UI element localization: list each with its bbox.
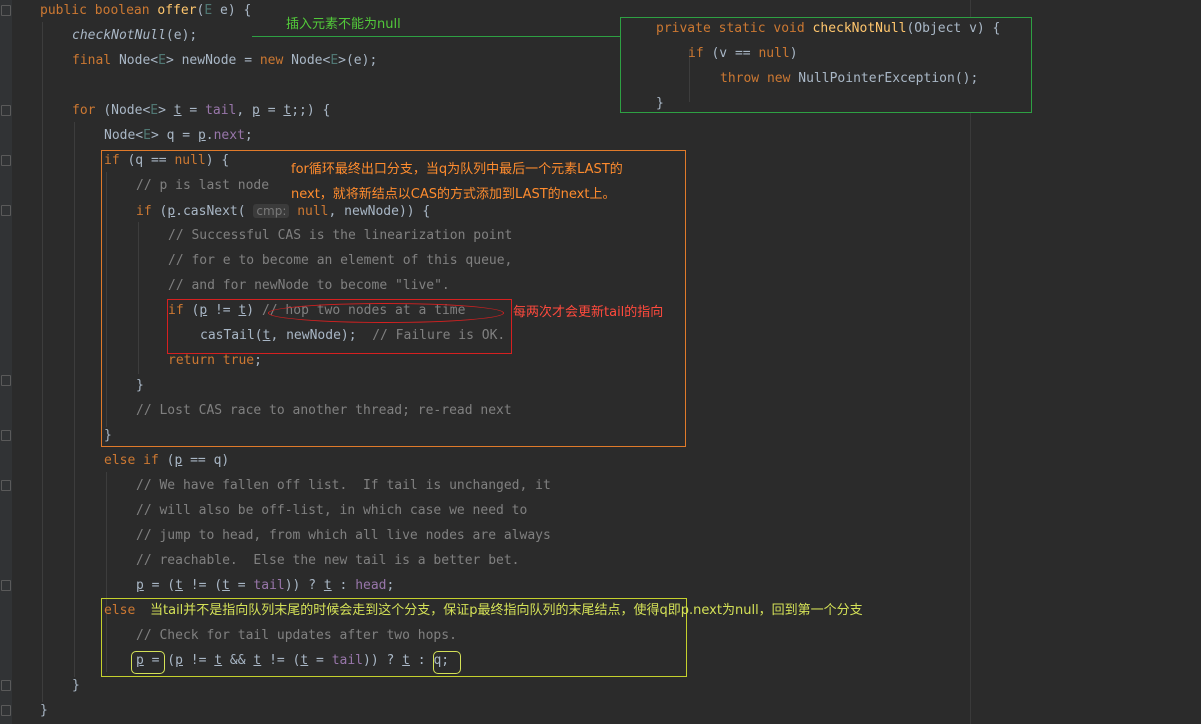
- annotation-not-null: 插入元素不能为null: [286, 17, 401, 32]
- p-assign-highlight: [131, 651, 165, 674]
- annotation-exit-branch-2: next，就将新结点以CAS的方式添加到LAST的next上。: [291, 187, 616, 202]
- code-line-check[interactable]: checkNotNull(e);: [72, 27, 197, 45]
- indent-guide: [74, 122, 75, 677]
- fold-marker[interactable]: [1, 480, 11, 491]
- code-brace: }: [40, 703, 48, 718]
- popup-line-close: }: [656, 96, 664, 111]
- fold-marker[interactable]: [1, 680, 11, 691]
- annotation-else-branch: 当tail并不是指向队列末尾的时候会走到这个分支，保证p最终指向队列的末尾结点，…: [150, 603, 863, 618]
- check-not-null-popup: private static void checkNotNull(Object …: [620, 17, 1032, 113]
- indent-guide: [42, 22, 43, 702]
- code-line-q-decl[interactable]: Node<E> q = p.next;: [104, 127, 253, 145]
- annotation-tail-update: 每两次才会更新tail的指向: [513, 305, 664, 320]
- code-comment: // will also be off-list, in which case …: [136, 503, 528, 518]
- code-line-p-head[interactable]: p = (t != (t = tail)) ? t : head;: [136, 577, 394, 595]
- q-highlight: [433, 651, 461, 674]
- editor-gutter: [0, 0, 12, 724]
- fold-marker[interactable]: [1, 105, 11, 116]
- annotation-exit-branch-1: for循环最终出口分支，当q为队列中最后一个元素LAST的: [291, 162, 623, 177]
- popup-line-if: if (v == null): [688, 46, 798, 61]
- popup-line-throw: throw new NullPointerException();: [720, 71, 979, 86]
- popup-line-sig: private static void checkNotNull(Object …: [656, 21, 1001, 36]
- fold-marker[interactable]: [1, 5, 11, 16]
- fold-marker[interactable]: [1, 580, 11, 591]
- code-line-new-node[interactable]: final Node<E> newNode = new Node<E>(e);: [72, 52, 377, 70]
- code-comment: // We have fallen off list. If tail is u…: [136, 478, 551, 493]
- hop-comment-ellipse: [268, 303, 504, 323]
- fold-marker[interactable]: [1, 430, 11, 441]
- code-line-offer[interactable]: public boolean offer(E e) {: [40, 2, 251, 20]
- code-comment: // jump to head, from which all live nod…: [136, 528, 551, 543]
- fold-marker[interactable]: [1, 155, 11, 166]
- fold-marker[interactable]: [1, 205, 11, 216]
- code-comment: // reachable. Else the new tail is a bet…: [136, 553, 520, 568]
- code-line-else-if[interactable]: else if (p == q): [104, 452, 229, 470]
- code-line-for[interactable]: for (Node<E> t = tail, p = t;;) {: [72, 102, 330, 120]
- fold-marker[interactable]: [1, 375, 11, 386]
- fold-marker[interactable]: [1, 705, 11, 716]
- code-brace: }: [72, 678, 80, 693]
